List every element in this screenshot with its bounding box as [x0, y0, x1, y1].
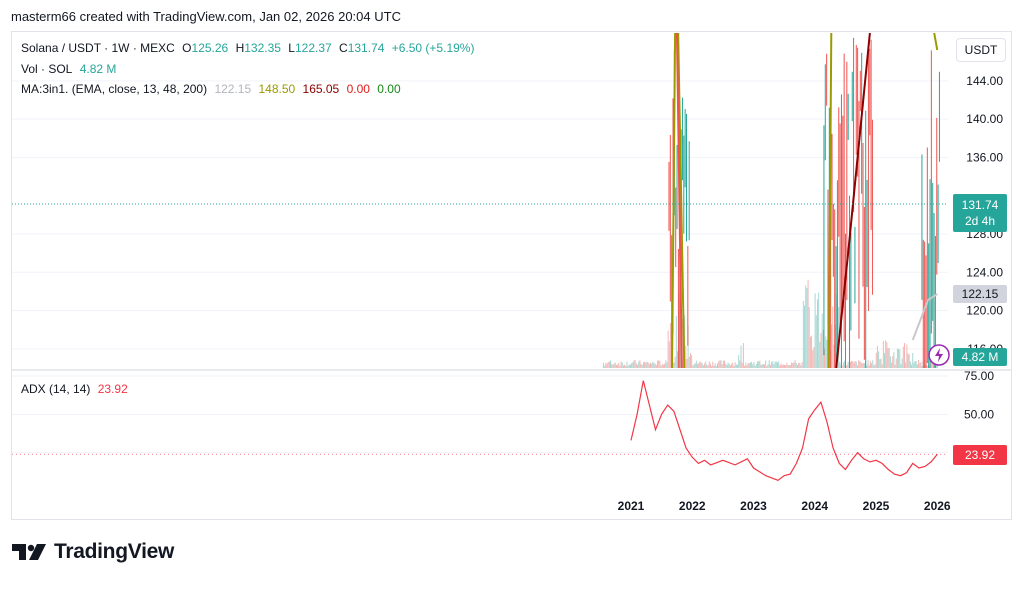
legend-volume-label: Vol · SOL [21, 62, 73, 76]
legend-ma-v5: 0.00 [377, 82, 401, 96]
legend-symbol-row[interactable]: Solana / USDT · 1W · MEXC O125.26 H132.3… [21, 41, 478, 55]
currency-unit-button[interactable]: USDT [956, 38, 1006, 62]
legend-ma-row[interactable]: MA:3in1. (EMA, close, 13, 48, 200) 122.1… [21, 82, 405, 96]
legend-ma-v4: 0.00 [346, 82, 370, 96]
legend-adx-row[interactable]: ADX (14, 14) 23.92 [21, 382, 132, 396]
adx-tag: 23.92 [953, 445, 1007, 465]
time-axis-label: 2023 [740, 499, 767, 513]
lightning-icon[interactable] [927, 343, 951, 367]
time-axis-label: 2025 [863, 499, 890, 513]
legend-change: +6.50 (+5.19%) [391, 41, 475, 55]
last-price-tag: 131.74 2d 4h [953, 194, 1007, 232]
legend-adx-label: ADX (14, 14) [21, 382, 91, 396]
adx-tick-label: 75.00 [964, 369, 994, 383]
time-axis-label: 2026 [924, 499, 951, 513]
time-axis-label: 2021 [618, 499, 645, 513]
price-tick-label: 140.00 [966, 112, 1003, 126]
legend-ma-ema200: 165.05 [302, 82, 340, 96]
ema48-line [933, 32, 939, 51]
legend-symbol: Solana / USDT · 1W · MEXC [21, 41, 175, 55]
legend-low: L122.37 [288, 41, 332, 55]
price-tick-label: 124.00 [966, 265, 1003, 279]
legend-ma-ema13: 122.15 [214, 82, 252, 96]
ma-price-tag: 122.15 [953, 285, 1007, 303]
legend-close: C131.74 [339, 41, 385, 55]
price-tick-label: 136.00 [966, 150, 1003, 164]
legend-ma-ema48: 148.50 [258, 82, 296, 96]
tradingview-logo-text: TradingView [54, 540, 175, 563]
tradingview-logo-icon [12, 544, 46, 560]
legend-volume-value: 4.82 M [79, 62, 117, 76]
price-tick-label: 120.00 [966, 304, 1003, 318]
legend-open: O125.26 [182, 41, 229, 55]
time-axis-label: 2022 [679, 499, 706, 513]
bar-countdown: 2d 4h [964, 214, 996, 228]
legend-volume-row[interactable]: Vol · SOL 4.82 M [21, 62, 120, 76]
time-axis-label: 2024 [801, 499, 828, 513]
tradingview-logo[interactable]: TradingView [12, 540, 174, 564]
last-price-value: 131.74 [961, 198, 999, 212]
legend-high: H132.35 [235, 41, 281, 55]
adx-tick-label: 50.00 [964, 407, 994, 421]
legend-adx-value: 23.92 [97, 382, 128, 396]
legend-ma-label: MA:3in1. (EMA, close, 13, 48, 200) [21, 82, 208, 96]
volume-tag: 4.82 M [953, 348, 1007, 366]
adx-series-line [630, 380, 938, 481]
price-tick-label: 144.00 [966, 74, 1003, 88]
